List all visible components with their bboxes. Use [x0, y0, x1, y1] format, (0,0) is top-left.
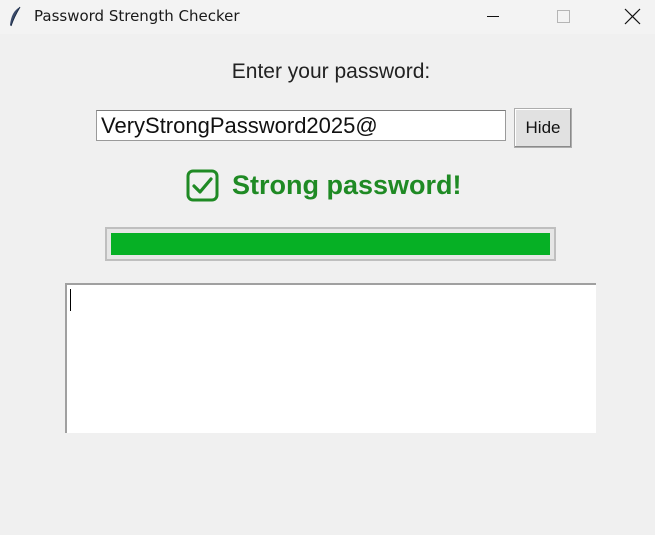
password-prompt-label: Enter your password: — [231, 60, 431, 83]
feedback-text-area[interactable] — [65, 283, 596, 433]
strength-progress-fill — [111, 233, 550, 255]
text-cursor — [70, 289, 71, 311]
check-box-icon — [186, 169, 219, 202]
minimize-button[interactable] — [470, 0, 516, 34]
close-button[interactable] — [609, 0, 655, 34]
close-icon — [624, 8, 641, 25]
password-input[interactable]: VeryStrongPassword2025@ — [96, 110, 506, 141]
strength-status-text: Strong password! — [232, 169, 462, 200]
feather-icon — [7, 6, 23, 28]
maximize-icon — [557, 10, 570, 23]
strength-progress-bar — [105, 227, 556, 261]
minimize-icon — [487, 16, 499, 17]
window-title: Password Strength Checker — [34, 7, 240, 25]
title-bar: Password Strength Checker — [0, 0, 655, 34]
hide-password-button[interactable]: Hide — [514, 108, 572, 148]
strength-status: Strong password! — [186, 168, 462, 202]
maximize-button[interactable] — [540, 0, 586, 34]
app-window: Password Strength Checker Enter your pas… — [0, 0, 655, 535]
